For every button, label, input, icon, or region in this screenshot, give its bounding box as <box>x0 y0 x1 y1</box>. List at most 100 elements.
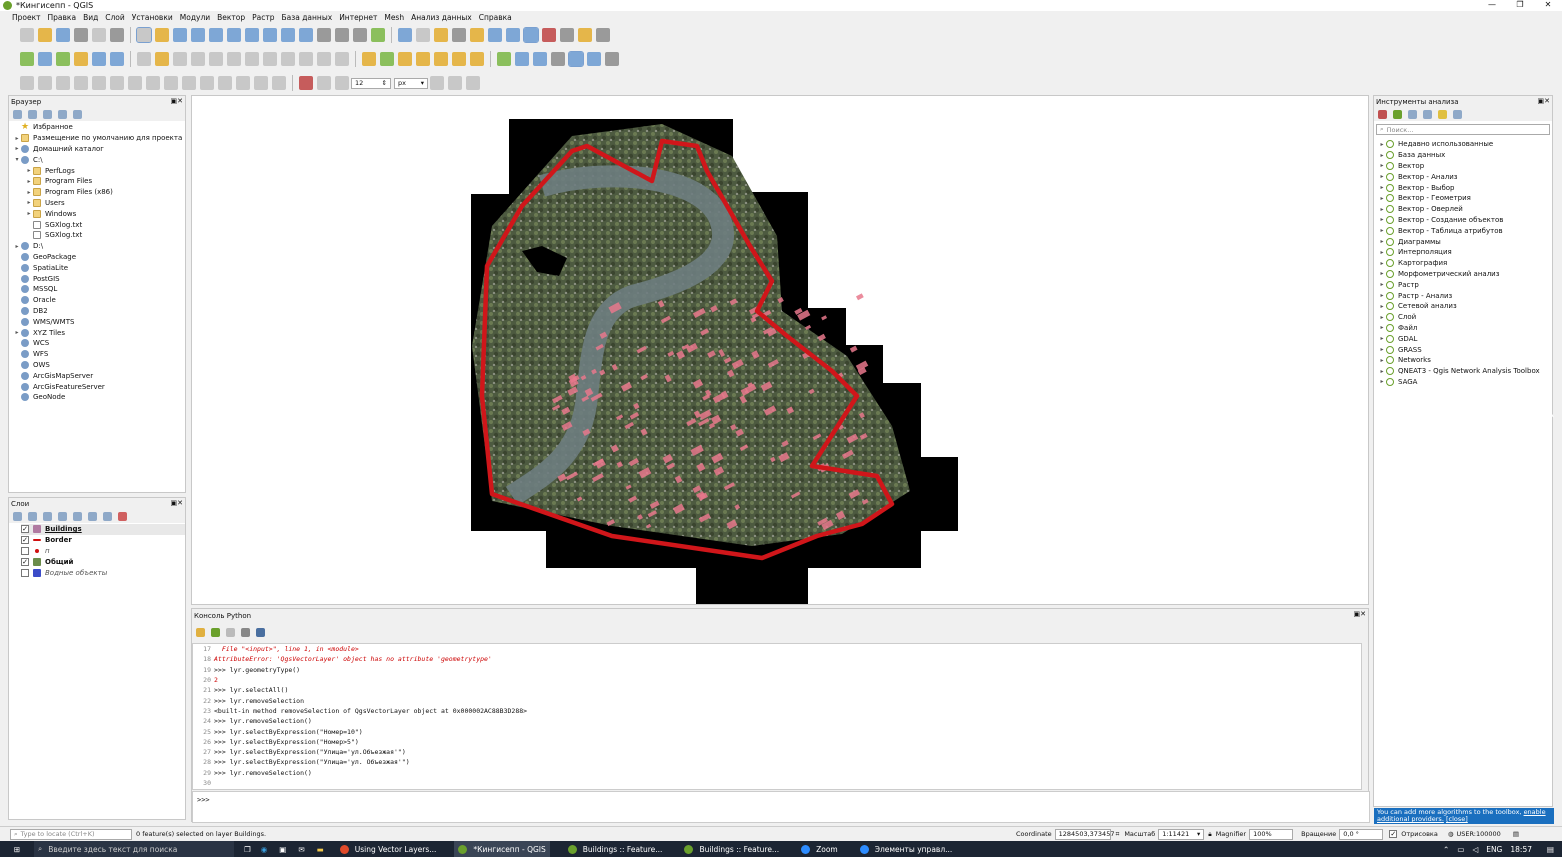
python-console-icon[interactable] <box>568 51 584 67</box>
taskbar-search-box[interactable]: ⌕ Введите здесь текст для поиска <box>34 841 234 857</box>
toolbox-group[interactable]: ▸ Вектор - Создание объектов <box>1378 215 1552 226</box>
add-vector-layer-icon[interactable] <box>20 52 34 66</box>
console-output[interactable]: 17 File "<input>", line 1, in <module> 18… <box>192 643 1362 790</box>
simplify-icon[interactable] <box>218 76 232 90</box>
save-layer-edits-icon[interactable] <box>173 52 187 66</box>
layer-item[interactable]: ✓ Border <box>21 535 185 546</box>
windows-start-icon[interactable]: ⊞ <box>0 845 34 854</box>
settings-icon[interactable] <box>241 627 250 637</box>
expand-arrow-icon[interactable]: ▸ <box>1378 303 1386 310</box>
reshape-icon[interactable] <box>110 76 124 90</box>
expand-arrow-icon[interactable]: ▸ <box>1378 378 1386 385</box>
browser-item[interactable]: SpatiaLite <box>9 262 185 273</box>
expand-arrow-icon[interactable]: ▸ <box>1378 357 1386 364</box>
console-input[interactable]: >>> <box>192 791 1370 823</box>
plugin-icon[interactable] <box>551 52 565 66</box>
snapping-magnet-icon[interactable] <box>299 76 313 90</box>
locator-input[interactable]: ⌕ Type to locate (Ctrl+K) <box>10 828 132 840</box>
pan-icon[interactable] <box>136 27 152 43</box>
expand-arrow-icon[interactable]: ▸ <box>1378 281 1386 288</box>
volume-icon[interactable]: ◁ <box>1472 845 1478 854</box>
layout-manager-icon[interactable] <box>92 28 106 42</box>
taskbar-task[interactable]: Using Vector Layers... <box>336 841 441 857</box>
edit-features-in-place-icon[interactable] <box>1438 109 1447 119</box>
tracing-icon[interactable] <box>430 76 444 90</box>
new-map-view-icon[interactable] <box>317 28 331 42</box>
menu-raster[interactable]: Растр <box>252 13 274 22</box>
browser-item[interactable]: ▸ Домашний каталог <box>9 144 185 155</box>
notifications-icon[interactable]: ▤ <box>1547 845 1554 854</box>
show-editor-icon[interactable] <box>256 627 265 637</box>
map-canvas[interactable] <box>191 95 1369 605</box>
lock-scale-icon[interactable]: 🔒︎ <box>1208 830 1211 839</box>
menu-database[interactable]: База данных <box>282 13 333 22</box>
help-icon[interactable] <box>587 52 601 66</box>
toolbox-group[interactable]: ▸ GRASS <box>1378 344 1552 355</box>
edge-icon[interactable]: ◉ <box>261 845 268 854</box>
expand-arrow-icon[interactable]: ▸ <box>1378 249 1386 256</box>
task-view-icon[interactable]: ❐ <box>244 845 251 854</box>
scripts-icon[interactable] <box>1393 109 1402 119</box>
toolbox-group[interactable]: ▸ База данных <box>1378 150 1552 161</box>
browser-item[interactable]: WFS <box>9 349 185 360</box>
rotate-label-icon[interactable] <box>452 52 466 66</box>
menu-mesh[interactable]: Mesh <box>384 13 404 22</box>
menu-edit[interactable]: Правка <box>48 13 77 22</box>
expand-arrow-icon[interactable]: ▸ <box>1378 292 1386 299</box>
toolbox-group[interactable]: ▸ Диаграммы <box>1378 236 1552 247</box>
digitize-tool-icon[interactable] <box>20 76 34 90</box>
toolbox-group[interactable]: ▸ Вектор - Выбор <box>1378 182 1552 193</box>
browser-item[interactable]: ▾ C:\ <box>9 154 185 165</box>
menu-plugins[interactable]: Модули <box>180 13 210 22</box>
highlight-labels-icon[interactable] <box>398 52 412 66</box>
map-tips-icon[interactable] <box>578 28 592 42</box>
offset-curve-icon[interactable] <box>128 76 142 90</box>
field-calculator-icon[interactable] <box>506 28 520 42</box>
taskbar-task[interactable]: Buildings :: Feature... <box>564 841 667 857</box>
browser-item[interactable]: SGXlog.txt <box>9 219 185 230</box>
edit-pencil-icon[interactable] <box>155 52 169 66</box>
snapping-tolerance-icon[interactable] <box>335 76 349 90</box>
expand-arrow-icon[interactable]: ▸ <box>1378 227 1386 234</box>
panel-close-icon[interactable]: ▣✕ <box>1538 97 1550 105</box>
network-icon[interactable]: ▭ <box>1457 845 1464 854</box>
taskbar-task[interactable]: Buildings :: Feature... <box>680 841 783 857</box>
layer-visibility-checkbox[interactable]: ✓ <box>21 525 29 534</box>
move-label-icon[interactable] <box>434 52 448 66</box>
metasearch-icon[interactable] <box>515 52 529 66</box>
panel-close-icon[interactable]: ▣✕ <box>171 499 183 507</box>
browser-item[interactable]: OWS <box>9 360 185 371</box>
minimize-button[interactable]: — <box>1478 0 1506 9</box>
trim-extend-icon[interactable] <box>254 76 268 90</box>
options-icon[interactable] <box>226 627 235 637</box>
advanced-digitizing-icon[interactable] <box>448 76 462 90</box>
layer-visibility-checkbox[interactable] <box>21 568 29 577</box>
style-manager-icon[interactable] <box>110 28 124 42</box>
cut-features-icon[interactable] <box>263 52 277 66</box>
toggle-editing-icon[interactable] <box>137 52 151 66</box>
browser-item[interactable]: GeoNode <box>9 392 185 403</box>
save-edits-icon[interactable] <box>92 52 106 66</box>
coordinate-field[interactable]: 1284503,373457 <box>1054 828 1114 840</box>
new-project-icon[interactable] <box>20 28 34 42</box>
layer-item[interactable]: ✓ Buildings <box>21 524 185 535</box>
store-icon[interactable]: ▣ <box>279 845 286 854</box>
taskbar-task[interactable]: *Кингисепп - QGIS <box>454 841 550 857</box>
layer-styling-icon[interactable] <box>13 511 22 521</box>
identify-icon[interactable] <box>398 28 412 42</box>
add-wms-layer-icon[interactable] <box>110 52 124 66</box>
filter-legend-icon[interactable] <box>58 511 67 521</box>
browser-item[interactable]: ★ Избранное <box>9 122 185 133</box>
browser-item[interactable]: WCS <box>9 338 185 349</box>
menu-help[interactable]: Справка <box>479 13 512 22</box>
current-edits-icon[interactable] <box>74 52 88 66</box>
georeferencer-icon[interactable] <box>497 52 511 66</box>
open-project-icon[interactable] <box>38 28 52 42</box>
expand-arrow-icon[interactable]: ▸ <box>1378 346 1386 353</box>
text-annotation-icon[interactable] <box>596 28 610 42</box>
toolbox-group[interactable]: ▸ Networks <box>1378 355 1552 366</box>
browser-item[interactable]: ▸ XYZ Tiles <box>9 327 185 338</box>
filter-expression-icon[interactable] <box>73 511 82 521</box>
run-command-icon[interactable] <box>211 627 220 637</box>
messages-icon[interactable]: ▤ <box>1513 830 1519 838</box>
